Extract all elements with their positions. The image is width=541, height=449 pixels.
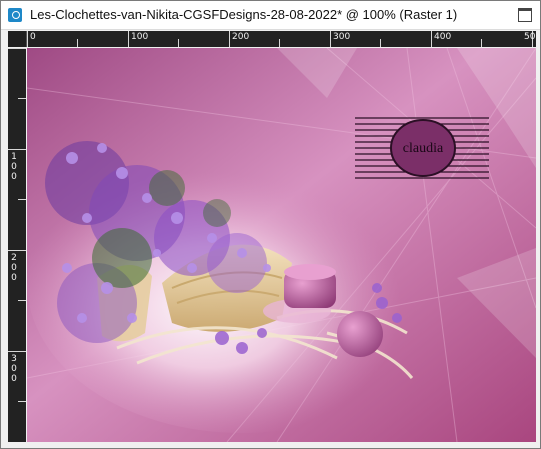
ruler-minor-tick — [18, 98, 26, 99]
ruler-major-tick — [431, 31, 432, 47]
ruler-label: 0 — [30, 32, 36, 42]
image-canvas[interactable]: claudia — [27, 48, 536, 442]
ruler-label: 300 — [333, 32, 351, 42]
ruler-major-tick — [27, 31, 28, 47]
ruler-major-tick — [8, 149, 26, 150]
ruler-minor-tick — [77, 39, 78, 47]
ruler-minor-tick — [178, 39, 179, 47]
ruler-minor-tick — [18, 401, 26, 402]
ruler-major-tick — [229, 31, 230, 47]
title-bar[interactable]: Les-Clochettes-van-Nikita-CGSFDesigns-28… — [1, 1, 540, 30]
ruler-minor-tick — [380, 39, 381, 47]
horizontal-ruler: 0 100 200 300 400 50 — [27, 31, 536, 47]
ruler-minor-tick — [18, 199, 26, 200]
watermark-text: claudia — [403, 141, 444, 156]
ruler-corner — [8, 31, 27, 47]
ruler-label: 200 — [232, 32, 250, 42]
ruler-major-tick — [128, 31, 129, 47]
document-window: Les-Clochettes-van-Nikita-CGSFDesigns-28… — [0, 0, 541, 449]
canvas-artwork: claudia — [27, 48, 536, 442]
ruler-minor-tick — [18, 300, 26, 301]
image-document-icon — [8, 8, 22, 22]
ruler-label: 100 — [11, 152, 17, 182]
ruler-label: 100 — [131, 32, 149, 42]
ruler-label: 200 — [11, 253, 17, 283]
ruler-minor-tick — [481, 39, 482, 47]
ruler-label: 300 — [11, 354, 17, 384]
maximize-icon[interactable] — [518, 8, 532, 22]
window-title: Les-Clochettes-van-Nikita-CGSFDesigns-28… — [30, 7, 458, 22]
ruler-major-tick — [8, 250, 26, 251]
ruler-label: 50 — [524, 32, 536, 42]
vertical-ruler: 100 200 300 — [8, 48, 26, 442]
ruler-minor-tick — [279, 39, 280, 47]
ruler-major-tick — [330, 31, 331, 47]
ruler-major-tick — [8, 48, 26, 49]
ruler-label: 400 — [434, 32, 452, 42]
ruler-major-tick — [8, 351, 26, 352]
